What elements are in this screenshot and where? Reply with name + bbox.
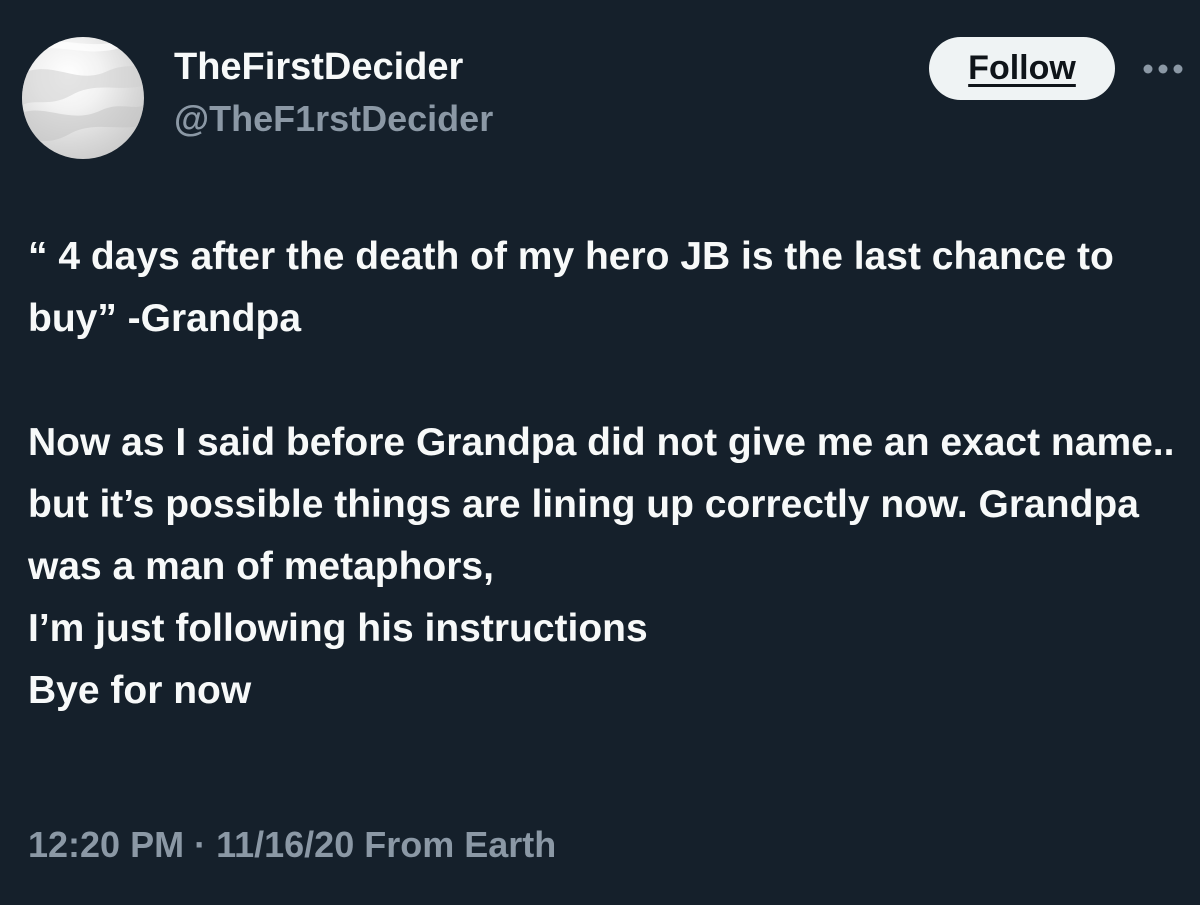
tweet-line: I’m just following his instructions [28,607,648,650]
avatar[interactable] [22,37,144,159]
avatar-image [22,40,144,142]
author-display-name[interactable]: TheFirstDecider [174,46,463,89]
tweet-paragraph: Now as I said before Grandpa did not giv… [28,421,1175,588]
tweet-card: TheFirstDecider @TheF1rstDecider Follow … [0,0,1200,905]
more-horizontal-icon[interactable] [1141,54,1185,84]
tweet-text: “ 4 days after the death of my hero JB i… [28,226,1178,722]
follow-button[interactable]: Follow [929,37,1115,100]
tweet-line: Bye for now [28,669,252,712]
tweet-timestamp[interactable]: 12:20 PM · 11/16/20 From Earth [28,824,556,866]
tweet-quote: “ 4 days after the death of my hero JB i… [28,235,1114,340]
author-handle[interactable]: @TheF1rstDecider [174,98,493,140]
